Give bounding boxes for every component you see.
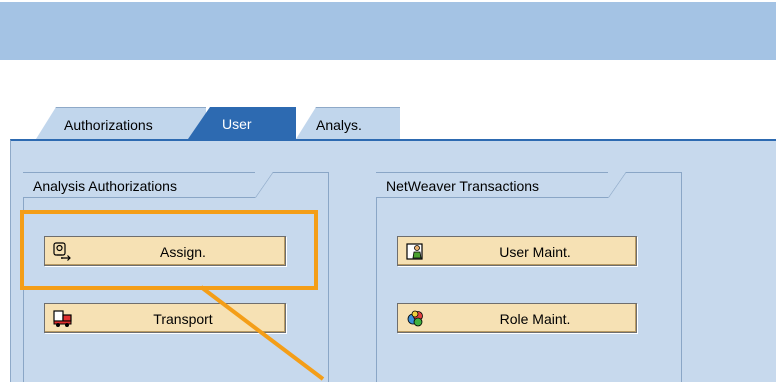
pointer-arrow-icon — [199, 285, 325, 381]
group-title-netweaver: NetWeaver Transactions — [376, 172, 626, 198]
tab-authorizations[interactable]: Authorizations — [36, 107, 206, 139]
role-maint-button[interactable]: Role Maint. — [397, 303, 637, 333]
highlight-box — [20, 210, 318, 290]
user-maint-button[interactable]: User Maint. — [397, 236, 637, 266]
role-maint-label: Role Maint. — [499, 311, 571, 327]
user-maint-icon — [406, 242, 426, 261]
role-maint-icon — [406, 309, 426, 328]
group-netweaver-transactions: NetWeaver Transactions — [376, 172, 682, 382]
tab-strip: Authorizations Analys. User — [0, 107, 776, 139]
tab-analys[interactable]: Analys. — [296, 107, 400, 139]
top-header-bar — [0, 0, 776, 60]
user-maint-label: User Maint. — [499, 244, 571, 260]
group-title-analysis: Analysis Authorizations — [23, 172, 273, 198]
truck-icon — [53, 309, 73, 328]
